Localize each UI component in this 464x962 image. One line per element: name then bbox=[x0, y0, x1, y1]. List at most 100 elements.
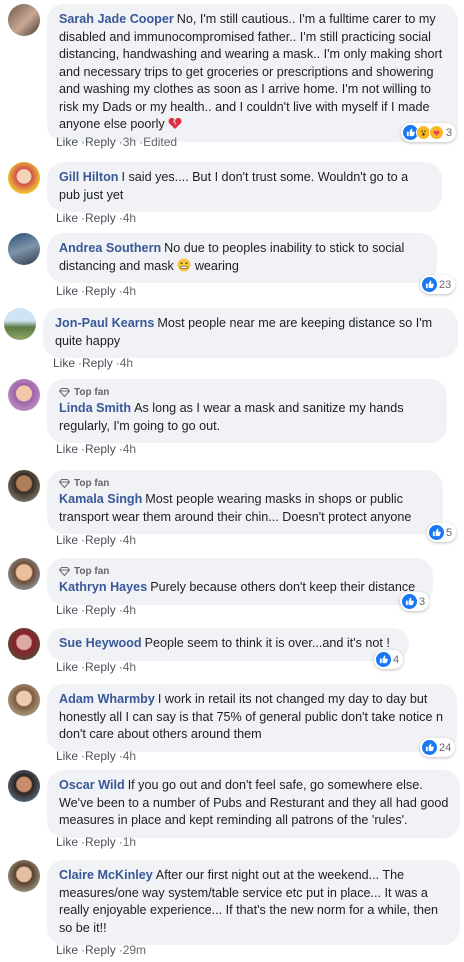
reply-link[interactable]: Reply bbox=[85, 135, 116, 149]
timestamp[interactable]: 4h bbox=[123, 660, 136, 674]
comment: Jon-Paul Kearns Most people near me are k… bbox=[0, 304, 464, 372]
timestamp[interactable]: 4h bbox=[123, 533, 136, 547]
comment-actions: Like ·Reply ·4h bbox=[53, 356, 134, 370]
like-link[interactable]: Like bbox=[56, 533, 78, 547]
commenter-name[interactable]: Claire McKinley bbox=[59, 868, 153, 882]
avatar[interactable] bbox=[8, 684, 40, 716]
care-reaction-icon bbox=[429, 125, 444, 140]
comment-actions: Like ·Reply ·4h bbox=[56, 533, 137, 547]
reactions-count[interactable]: 5 bbox=[427, 523, 457, 542]
like-link[interactable]: Like bbox=[56, 835, 78, 849]
like-reaction-icon bbox=[422, 277, 437, 292]
comment-actions: Like ·Reply ·29m bbox=[56, 943, 147, 957]
commenter-name[interactable]: Adam Wharmby bbox=[59, 692, 155, 706]
timestamp[interactable]: 4h bbox=[123, 603, 136, 617]
avatar[interactable] bbox=[8, 558, 40, 590]
comment-text: No, I'm still cautious.. I'm a fulltime … bbox=[59, 12, 443, 131]
commenter-name[interactable]: Jon-Paul Kearns bbox=[55, 316, 154, 330]
top-fan-badge: Top fan bbox=[59, 386, 437, 399]
avatar[interactable] bbox=[4, 308, 36, 340]
reaction-count: 23 bbox=[439, 278, 452, 291]
avatar[interactable] bbox=[8, 770, 40, 802]
like-link[interactable]: Like bbox=[56, 211, 78, 225]
comment: Sarah Jade Cooper No, I'm still cautious.… bbox=[0, 0, 464, 150]
comment-actions: Like ·Reply ·3h ·Edited bbox=[56, 135, 178, 149]
comment: Top fan Kathryn Hayes Purely because othe… bbox=[0, 555, 464, 620]
commenter-name[interactable]: Andrea Southern bbox=[59, 241, 161, 255]
timestamp[interactable]: 4h bbox=[123, 749, 136, 763]
like-link[interactable]: Like bbox=[56, 603, 78, 617]
comment-actions: Like ·Reply ·4h bbox=[56, 442, 137, 456]
commenter-name[interactable]: Sue Heywood bbox=[59, 636, 142, 650]
diamond-icon bbox=[59, 567, 70, 576]
comment-bubble: Top fan Kathryn Hayes Purely because othe… bbox=[47, 558, 433, 605]
comment-actions: Like ·Reply ·4h bbox=[56, 284, 137, 298]
reactions-count[interactable]: 3 bbox=[400, 592, 430, 611]
like-link[interactable]: Like bbox=[56, 284, 78, 298]
comment-actions: Like ·Reply ·1h bbox=[56, 835, 137, 849]
diamond-icon bbox=[59, 388, 70, 397]
comment-bubble: Claire McKinley After our first night out… bbox=[47, 860, 460, 945]
comment: Top fan Kamala Singh Most people wearing … bbox=[0, 467, 464, 549]
comment: Gill Hilton I said yes.... But I don't tr… bbox=[0, 158, 464, 230]
avatar[interactable] bbox=[8, 628, 40, 660]
commenter-name[interactable]: Sarah Jade Cooper bbox=[59, 12, 174, 26]
avatar[interactable] bbox=[8, 860, 40, 892]
comment-text-end: wearing bbox=[194, 258, 239, 273]
commenter-name[interactable]: Kathryn Hayes bbox=[59, 580, 147, 594]
commenter-name[interactable]: Oscar Wild bbox=[59, 778, 125, 792]
timestamp[interactable]: 4h bbox=[123, 211, 136, 225]
like-link[interactable]: Like bbox=[56, 943, 78, 957]
commenter-name[interactable]: Gill Hilton bbox=[59, 170, 118, 184]
comment-actions: Like ·Reply ·4h bbox=[56, 211, 137, 225]
reply-link[interactable]: Reply bbox=[85, 835, 116, 849]
avatar[interactable] bbox=[8, 162, 40, 194]
avatar[interactable] bbox=[8, 470, 40, 502]
avatar[interactable] bbox=[8, 379, 40, 411]
timestamp[interactable]: 29m bbox=[123, 943, 146, 957]
reactions-count[interactable]: 23 bbox=[420, 275, 456, 294]
like-link[interactable]: Like bbox=[53, 356, 75, 370]
grimace-emoji-icon bbox=[177, 258, 191, 271]
reply-link[interactable]: Reply bbox=[85, 284, 116, 298]
reaction-count: 3 bbox=[419, 595, 426, 608]
reactions-count[interactable]: 4 bbox=[374, 650, 404, 669]
like-reaction-icon bbox=[402, 594, 417, 609]
comment-bubble: Top fan Kamala Singh Most people wearing … bbox=[47, 470, 443, 534]
reactions-count[interactable]: 24 bbox=[420, 738, 456, 757]
reactions-count[interactable]: 3 bbox=[401, 123, 457, 142]
reply-link[interactable]: Reply bbox=[85, 603, 116, 617]
reply-link[interactable]: Reply bbox=[85, 533, 116, 547]
comment-actions: Like ·Reply ·4h bbox=[56, 603, 137, 617]
comment-actions: Like ·Reply ·4h bbox=[56, 660, 137, 674]
timestamp[interactable]: 1h bbox=[123, 835, 136, 849]
timestamp[interactable]: 4h bbox=[120, 356, 133, 370]
comment-bubble: Andrea Southern No due to peoples inabili… bbox=[47, 233, 437, 283]
reply-link[interactable]: Reply bbox=[85, 943, 116, 957]
reply-link[interactable]: Reply bbox=[85, 749, 116, 763]
like-link[interactable]: Like bbox=[56, 442, 78, 456]
comment-bubble: Adam Wharmby I work in retail its not cha… bbox=[47, 684, 457, 752]
reply-link[interactable]: Reply bbox=[85, 211, 116, 225]
timestamp[interactable]: 4h bbox=[123, 442, 136, 456]
timestamp[interactable]: 4h bbox=[123, 284, 136, 298]
like-link[interactable]: Like bbox=[56, 749, 78, 763]
timestamp[interactable]: 3h bbox=[123, 135, 136, 149]
avatar[interactable] bbox=[8, 4, 40, 36]
comment: Sue Heywood People seem to think it is ov… bbox=[0, 624, 464, 680]
edited-label: Edited bbox=[143, 135, 178, 149]
reply-link[interactable]: Reply bbox=[82, 356, 113, 370]
comment-actions: Like ·Reply ·4h bbox=[56, 749, 137, 763]
reply-link[interactable]: Reply bbox=[85, 660, 116, 674]
commenter-name[interactable]: Kamala Singh bbox=[59, 492, 142, 506]
reaction-count: 3 bbox=[446, 126, 453, 139]
diamond-icon bbox=[59, 479, 70, 488]
like-link[interactable]: Like bbox=[56, 135, 78, 149]
commenter-name[interactable]: Linda Smith bbox=[59, 401, 131, 415]
avatar[interactable] bbox=[8, 233, 40, 265]
like-link[interactable]: Like bbox=[56, 660, 78, 674]
comment: Oscar Wild If you go out and don't feel s… bbox=[0, 770, 464, 856]
reply-link[interactable]: Reply bbox=[85, 442, 116, 456]
comment: Adam Wharmby I work in retail its not cha… bbox=[0, 680, 464, 766]
like-reaction-icon bbox=[429, 525, 444, 540]
